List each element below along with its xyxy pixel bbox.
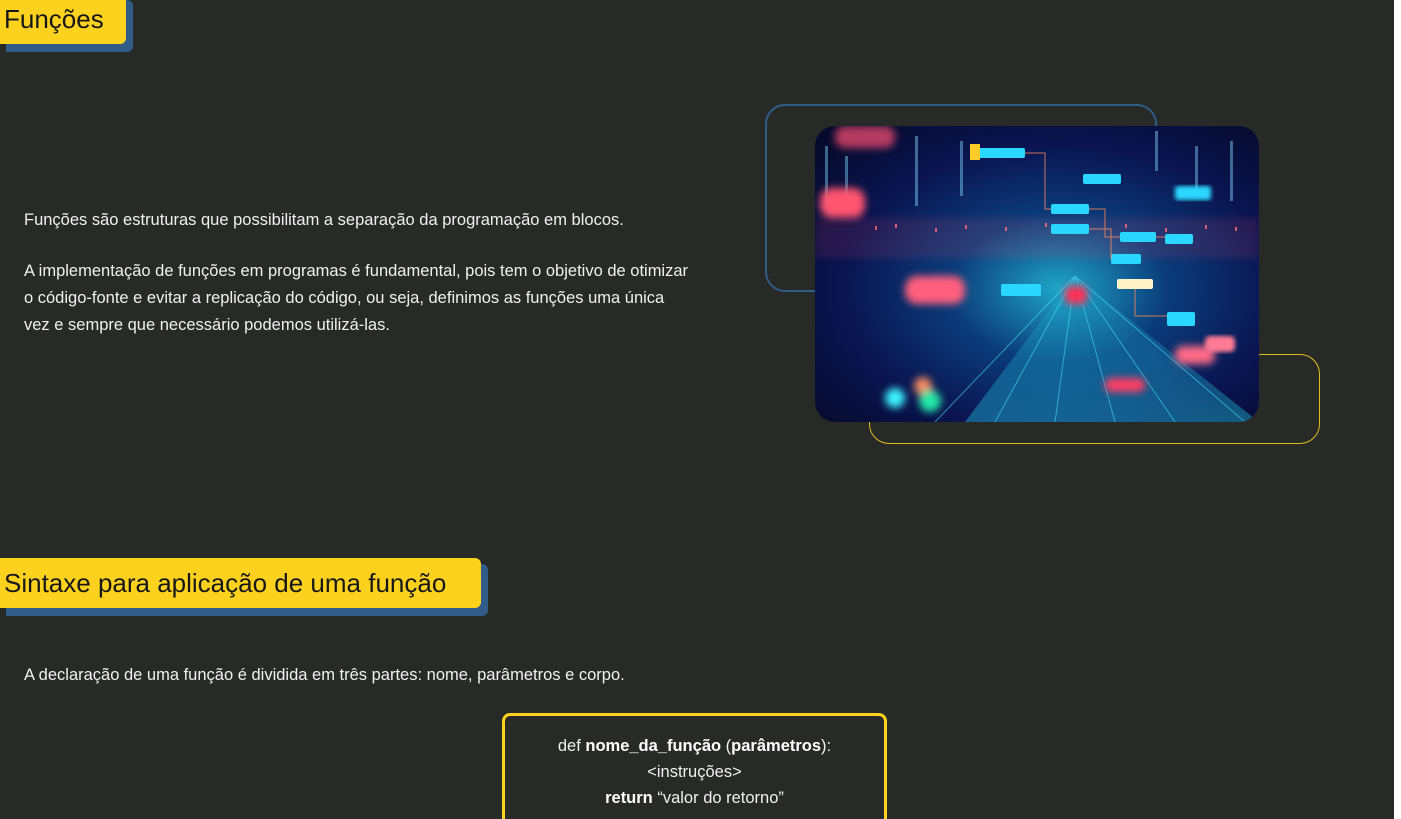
syntax-paragraph: A declaração de uma função é dividida em…: [24, 666, 625, 684]
open-paren: (: [721, 737, 732, 755]
code-syntax-box: def nome_da_função (parâmetros): <instru…: [502, 713, 887, 819]
code-line-return: return “valor do retorno”: [505, 785, 884, 811]
digital-network-illustration: [815, 126, 1259, 422]
return-value: “valor do retorno”: [652, 789, 784, 807]
function-name: nome_da_função: [585, 737, 722, 755]
section-title-syntax: Sintaxe para aplicação de uma função: [0, 558, 481, 608]
description-paragraph: A implementação de funções em programas …: [24, 262, 689, 334]
page: Funções Funções são estruturas que possi…: [0, 0, 1394, 819]
section-title-functions: Funções: [0, 0, 126, 44]
code-line-def: def nome_da_função (parâmetros):: [505, 733, 884, 759]
code-line-instructions: <instruções>: [647, 763, 742, 781]
keyword-return: return: [605, 789, 653, 807]
scrollbar-track[interactable]: [1394, 0, 1401, 819]
parameters: parâmetros: [731, 737, 822, 755]
keyword-def: def: [557, 737, 586, 755]
close-paren: ):: [821, 737, 832, 755]
intro-paragraph: Funções são estruturas que possibilitam …: [24, 211, 624, 229]
